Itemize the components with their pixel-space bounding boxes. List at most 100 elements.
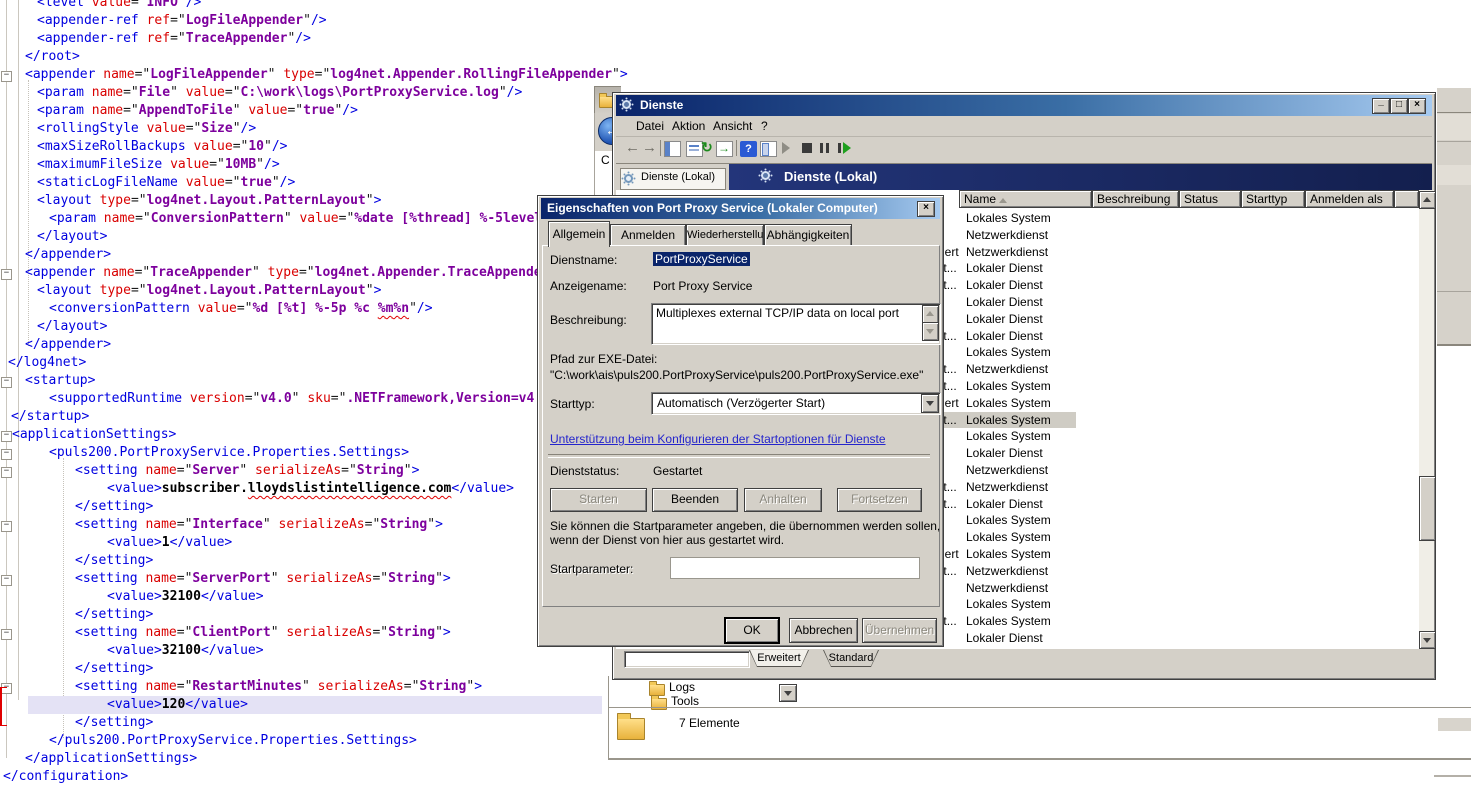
code-line: <staticLogFileName value="true"/> [37,174,295,192]
tree-item-folder[interactable]: Logs [669,680,695,694]
service-cell: Lokales System [966,613,1074,630]
resume-button[interactable]: Fortsetzen [837,488,922,512]
fold-collapse-icon[interactable]: − [1,521,12,532]
close-button[interactable]: × [1408,98,1426,114]
column-header-anmelden-als[interactable]: Anmelden als [1305,190,1394,208]
service-cell: Netzwerkdienst [966,580,1074,597]
service-name-label: Dienstname: [550,253,617,267]
service-name-value[interactable]: PortProxyService [653,252,750,266]
code-line: </configuration> [3,768,128,786]
services-titlebar[interactable]: Dienste _ □ × [616,95,1432,116]
fold-collapse-icon[interactable]: − [1,575,12,586]
column-header-filler [1394,190,1419,208]
code-line: <setting name="ServerPort" serializeAs="… [75,570,451,588]
startup-options-help-link[interactable]: Unterstützung beim Konfigurieren der Sta… [550,432,886,446]
start-button[interactable]: Starten [550,488,647,512]
back-icon[interactable]: ← [625,139,640,156]
code-line: <appender name="TraceAppender" type="log… [25,264,565,282]
startup-type-combobox[interactable]: Automatisch (Verzögerter Start) [651,392,941,415]
column-header-name[interactable]: Name [959,190,1092,208]
forward-icon[interactable]: → [642,139,657,156]
menu-datei[interactable]: Datei [636,119,664,133]
code-line: <setting name="Server" serializeAs="Stri… [75,462,419,480]
column-header-starttyp[interactable]: Starttyp [1241,190,1305,208]
code-line: </setting> [75,660,153,678]
service-cell: Lokaler Dienst [966,630,1074,647]
description-field[interactable]: Multiplexes external TCP/IP data on loca… [651,303,941,345]
pause-service-icon[interactable] [820,143,823,153]
tab-erweitert[interactable]: Erweitert [749,650,809,667]
services-icon [761,171,770,180]
dropdown-button[interactable] [779,684,797,702]
fold-collapse-icon[interactable]: − [1,629,12,640]
scroll-down-button[interactable] [922,322,939,341]
code-line: </setting> [75,606,153,624]
fold-collapse-icon[interactable]: − [1,269,12,280]
menu-help[interactable]: ? [761,119,768,133]
service-cell: Netzwerkdienst [966,244,1074,261]
display-name-value: Port Proxy Service [653,279,752,293]
scrollbar-thumb[interactable] [1419,476,1436,541]
explorer-left-fragment: ← C [594,113,613,197]
start-service-icon[interactable] [782,142,790,154]
maximize-button[interactable]: □ [1390,98,1408,114]
code-line: <value>32100</value> [107,642,264,660]
start-params-hint-line1: Sie können die Startparameter angeben, d… [550,519,940,533]
tree-item-dienste-lokal[interactable]: Dienste (Lokal) [620,168,726,190]
startup-type-label: Starttyp: [550,397,595,411]
help-icon[interactable]: ? [740,141,757,157]
console-tree-icon[interactable] [664,141,681,157]
combobox-dropdown-button[interactable] [921,394,939,413]
service-status-label: Dienststatus: [550,464,619,478]
code-line: </startup> [11,408,89,426]
pause-button[interactable]: Anhalten [744,488,822,512]
fold-collapse-icon[interactable]: − [1,431,12,442]
separator [548,454,930,458]
fold-collapse-icon[interactable]: − [1,449,12,460]
code-line: <setting name="RestartMinutes" serialize… [75,678,482,696]
fold-collapse-icon[interactable]: − [1,71,12,82]
service-cell: Lokales System [966,395,1074,412]
column-header-beschreibung[interactable]: Beschreibung [1092,190,1179,208]
cancel-button[interactable]: Abbrechen [789,618,858,643]
service-cell: Lokales System [966,529,1074,546]
service-cell: Lokaler Dienst [966,445,1074,462]
service-cell: Lokaler Dienst [966,496,1074,513]
menu-ansicht[interactable]: Ansicht [713,119,752,133]
code-line: <value>32100</value> [107,588,264,606]
start-params-hint-line2: wenn der Dienst von hier aus gestartet w… [550,533,784,547]
code-line: <conversionPattern value="%d [%t] %-5p %… [49,300,433,318]
code-line: <layout type="log4net.Layout.PatternLayo… [37,192,381,210]
code-line: <value>120</value> [107,696,248,714]
editor-gutter-line [18,0,19,700]
explorer-bottom-fragment: Logs Tools 7 Elemente [608,676,1471,760]
scroll-up-button[interactable] [1419,191,1436,209]
code-line: <puls200.PortProxyService.Properties.Set… [49,444,409,462]
tree-item-folder[interactable]: Tools [671,694,699,708]
stop-button[interactable]: Beenden [652,488,738,512]
restart-service-icon[interactable] [838,143,841,153]
fold-collapse-icon[interactable]: − [1,467,12,478]
column-header-status[interactable]: Status [1179,190,1241,208]
menu-bar: Datei Aktion Ansicht ? [616,116,1432,137]
tab-standard[interactable]: Standard [823,650,879,667]
pane-header-title: Dienste (Lokal) [784,169,877,184]
change-tracking-bracket [0,687,7,726]
show-hide-tree-icon[interactable] [760,141,777,157]
code-line: <layout type="log4net.Layout.PatternLayo… [37,282,381,300]
service-cell: Lokaler Dienst [966,328,1074,345]
vertical-scrollbar[interactable] [1419,190,1434,649]
fold-collapse-icon[interactable]: − [1,377,12,388]
scroll-down-button[interactable] [1419,631,1436,649]
service-cell: Lokales System [966,378,1074,395]
menu-aktion[interactable]: Aktion [672,119,705,133]
apply-button[interactable]: Übernehmen [862,618,937,643]
start-params-input[interactable] [670,557,920,579]
minimize-button[interactable]: _ [1372,98,1390,114]
service-cell: Netzwerkdienst [966,479,1074,496]
export-list-icon[interactable]: → [716,141,733,157]
ok-button[interactable]: OK [725,618,779,643]
code-line: <setting name="ClientPort" serializeAs="… [75,624,451,642]
stop-service-icon[interactable] [802,143,812,153]
exe-path-value: "C:\work\ais\puls200.PortProxyService\pu… [550,368,923,382]
